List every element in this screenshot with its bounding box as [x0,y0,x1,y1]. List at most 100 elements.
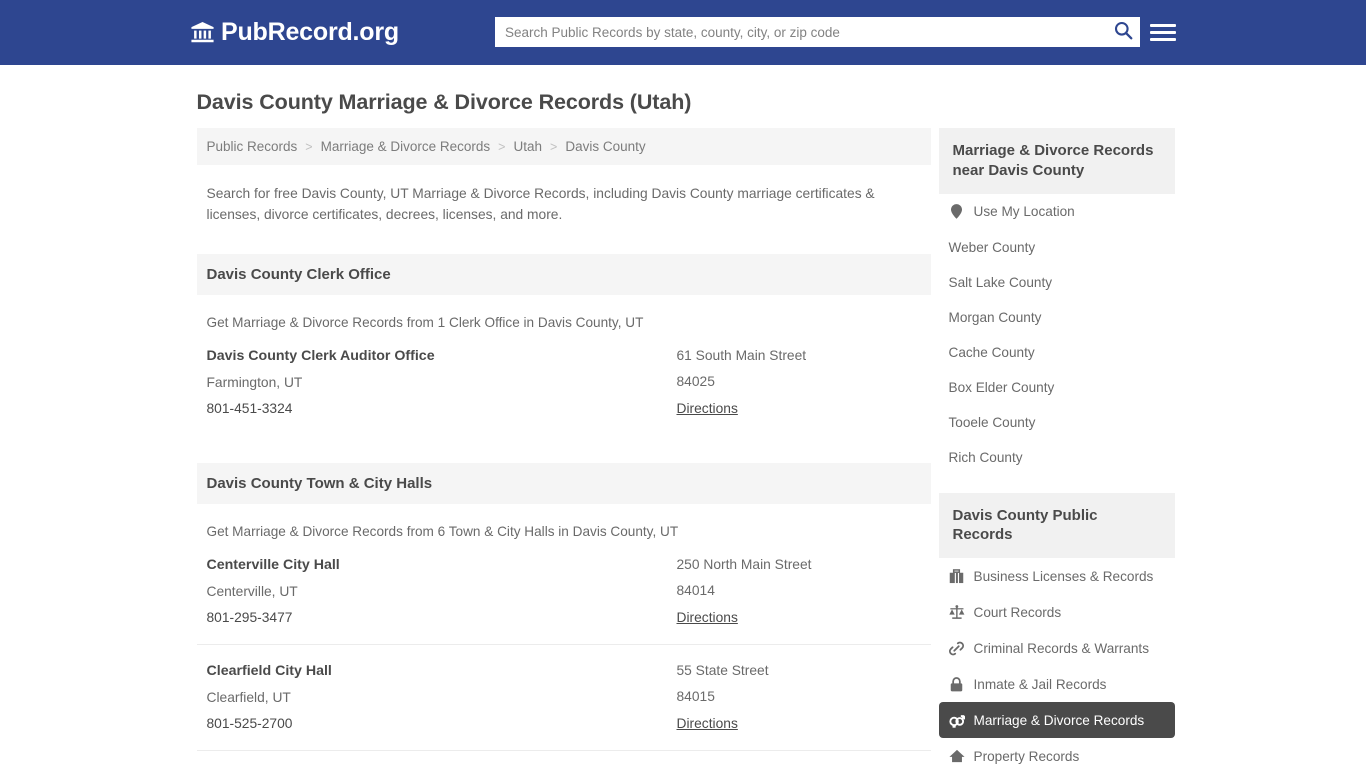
listing-phone[interactable]: 801-295-3477 [207,610,677,625]
section-subtitle: Get Marriage & Divorce Records from 1 Cl… [206,314,644,330]
sidebar-item-morgan-county[interactable]: Morgan County [939,300,1175,335]
listing-name[interactable]: Centerville City Hall [207,557,677,573]
search-button[interactable] [1106,17,1140,47]
listing-city-state: Centerville, UT [206,583,298,599]
sidebar-item-business-licenses-records[interactable]: Business Licenses & Records [939,558,1175,594]
listing-zip: 84014 [676,582,715,598]
bank-icon [191,22,214,43]
site-logo[interactable]: PubRecord.org [191,18,399,47]
sidebar-item-criminal-records-warrants[interactable]: Criminal Records & Warrants [939,630,1175,666]
scales-icon [948,604,965,620]
sidebar-item-label: Criminal Records & Warrants [973,640,1150,656]
listing-zip: 84025 [676,373,715,389]
breadcrumb-item[interactable]: Public Records [207,139,298,154]
columns-layout: Public Records > Marriage & Divorce Record… [191,128,1176,768]
breadcrumb-separator: > [305,139,313,154]
hamburger-menu-button[interactable] [1150,19,1176,45]
lock-icon [949,676,965,692]
listing-street: 55 State Street [676,662,769,678]
sidebar-item-label: Use My Location [973,204,1075,220]
listing-city-state: Clearfield, UT [206,689,291,705]
sidebar-item-rich-county[interactable]: Rich County [939,440,1175,475]
page-body: Davis County Marriage & Divorce Records … [0,65,1366,768]
sidebar-public-records-heading: Davis County Public Records [938,492,1175,559]
listing-left: Centerville City Hall Centerville, UT 801-… [207,557,677,627]
breadcrumb-item[interactable]: Utah [513,139,542,154]
listing-name[interactable]: Davis County Clerk Auditor Office [207,348,677,364]
handcuffs-icon [949,640,965,656]
content-container: Davis County Marriage & Divorce Records … [191,65,1176,768]
listing-street: 250 North Main Street [676,556,812,572]
site-header: PubRecord.org [0,0,1366,65]
breadcrumb-separator: > [550,139,558,154]
listing-phone[interactable]: 801-525-2700 [207,716,677,731]
sidebar-item-box-elder-county[interactable]: Box Elder County [939,370,1175,405]
sidebar-item-label: Morgan County [948,309,1042,325]
map-pin-icon [949,204,965,220]
listing-street: 61 South Main Street [676,347,807,363]
breadcrumb: Public Records > Marriage & Divorce Record… [196,128,931,165]
sidebar-nearby-heading: Marriage & Divorce Records near Davis Co… [938,128,1175,194]
listing-zip: 84015 [676,688,715,704]
listing-left: Clearfield City Hall Clearfield, UT 801-52… [207,663,677,733]
breadcrumb-item[interactable]: Marriage & Divorce Records [321,139,491,154]
page-intro-text: Search for free Davis County, UT Marriag… [206,186,875,223]
sidebar-item-label: Court Records [973,604,1062,620]
sidebar-nearby-list: Use My Location Weber County Salt Lake Cou… [939,194,1175,475]
sidebar-item-inmate-jail-records[interactable]: Inmate & Jail Records [939,666,1175,702]
listing-row: Clearfield City Hall Clearfield, UT 801-52… [196,645,931,751]
search-input[interactable] [495,18,1106,46]
directions-link[interactable]: Directions [677,401,738,416]
sidebar: Marriage & Divorce Records near Davis Co… [938,128,1175,768]
sidebar-public-records-list: Business Licenses & Records Court Records… [938,558,1175,768]
main-column: Public Records > Marriage & Divorce Record… [191,128,931,768]
sidebar-item-label: Tooele County [948,414,1036,430]
records-section: Davis County Clerk Office Get Marriage & … [196,253,931,435]
sidebar-item-property-records[interactable]: Property Records [939,738,1175,768]
sidebar-item-label: Cache County [948,344,1035,360]
listing-city-state: Farmington, UT [206,374,303,390]
listing-row: Centerville City Hall Centerville, UT 801-… [196,539,931,645]
sidebar-item-label: Salt Lake County [948,274,1053,290]
records-section: Davis County Town & City Halls Get Marria… [196,462,931,768]
sidebar-item-use-my-location[interactable]: Use My Location [939,194,1175,230]
listing-right: 250 North Main Street 84014 Directions [677,557,921,627]
sidebar-item-label: Business Licenses & Records [973,568,1154,584]
listing-right: 55 State Street 84015 Directions [677,663,921,733]
search-icon [1114,21,1133,43]
section-heading: Davis County Town & City Halls [196,462,931,504]
listing-left: Davis County Clerk Auditor Office Farming… [207,348,677,418]
sidebar-item-court-records[interactable]: Court Records [939,594,1175,630]
sidebar-item-weber-county[interactable]: Weber County [939,230,1175,265]
search-bar [495,17,1140,47]
sidebar-item-cache-county[interactable]: Cache County [939,335,1175,370]
breadcrumb-separator: > [498,139,506,154]
section-subtitle: Get Marriage & Divorce Records from 6 To… [206,523,679,539]
directions-link[interactable]: Directions [677,610,738,625]
menu-bar-3 [1150,37,1176,41]
site-logo-text: PubRecord.org [221,18,399,46]
sidebar-item-label: Inmate & Jail Records [973,676,1107,692]
listing-row: Davis County Clerk Auditor Office Farming… [197,330,931,435]
briefcase-icon [949,568,965,584]
sidebar-item-tooele-county[interactable]: Tooele County [939,405,1175,440]
sidebar-item-label: Marriage & Divorce Records [973,712,1145,728]
sidebar-item-marriage-divorce-records[interactable]: Marriage & Divorce Records [938,702,1175,739]
section-heading: Davis County Clerk Office [196,253,931,295]
sidebar-item-label: Box Elder County [948,379,1055,395]
home-icon [948,748,965,764]
venus-mars-icon [948,712,965,728]
sidebar-item-label: Weber County [948,239,1036,255]
listing-right: 61 South Main Street 84025 Directions [677,348,921,418]
sidebar-item-label: Property Records [973,748,1080,764]
sidebar-item-salt-lake-county[interactable]: Salt Lake County [939,265,1175,300]
sidebar-item-label: Rich County [948,449,1023,465]
sections-host: Davis County Clerk Office Get Marriage & … [196,253,931,768]
breadcrumb-item[interactable]: Davis County [565,139,645,154]
menu-bar-2 [1150,30,1176,34]
listing-phone[interactable]: 801-451-3324 [207,401,677,416]
listing-row: Farmington City HallFarmington, UT801-45… [197,751,931,768]
listing-name[interactable]: Clearfield City Hall [207,663,677,679]
directions-link[interactable]: Directions [677,716,738,731]
page-title: Davis County Marriage & Divorce Records … [196,90,692,114]
